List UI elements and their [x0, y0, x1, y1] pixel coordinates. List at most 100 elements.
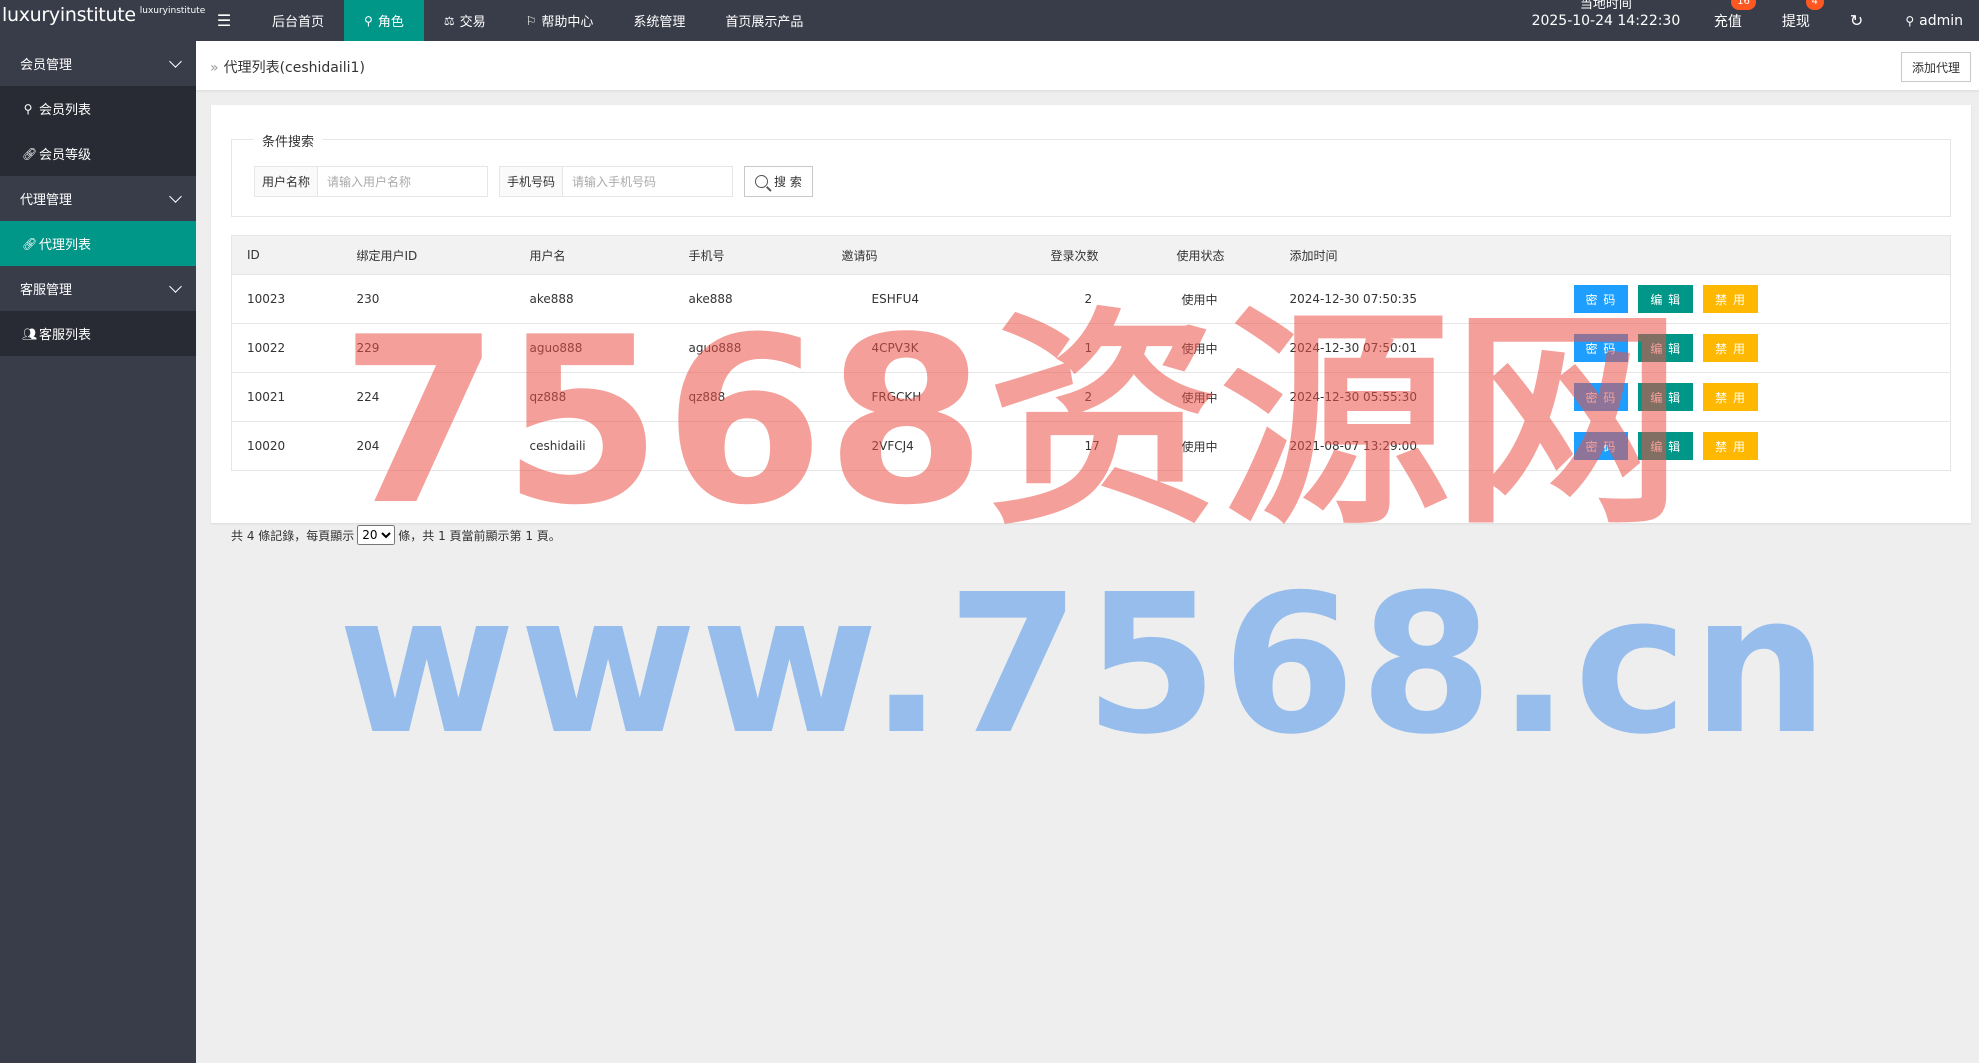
search-fieldset: 条件搜索 用户名称 手机号码 搜 索 [231, 131, 1951, 217]
search-icon [755, 175, 769, 188]
row-actions: 密 码编 辑禁 用 [1573, 432, 1951, 460]
pagination: 共 4 條記錄，每頁顯示 20 條，共 1 頁當前顯示第 1 頁。 [231, 525, 561, 545]
edit-button[interactable]: 编 辑 [1638, 334, 1694, 362]
sidebar-sub-agents: 🔗︎ 代理列表 [0, 221, 196, 266]
phone-input[interactable] [563, 166, 734, 197]
disable-button[interactable]: 禁 用 [1703, 334, 1758, 362]
sidebar-item-agent-list[interactable]: 🔗︎ 代理列表 [0, 221, 196, 266]
cell-username: ake888 [529, 274, 689, 324]
sidebar-group-label: 客服管理 [20, 283, 73, 298]
logo[interactable]: luxuryinstitute luxuryinstitute [0, 0, 205, 41]
nav-products[interactable]: 首页展示产品 [705, 0, 823, 41]
cell-time: 2024-12-30 07:50:01 [1289, 323, 1574, 373]
recharge-label: 充值 [1713, 13, 1742, 30]
chevron-down-icon [169, 54, 182, 68]
password-button[interactable]: 密 码 [1573, 432, 1629, 460]
col-username: 用户名 [529, 235, 689, 275]
cell-username: qz888 [529, 372, 689, 422]
withdraw-badge: 4 [1805, 0, 1824, 10]
cell-time: 2021-08-07 13:29:00 [1289, 421, 1574, 471]
recharge-badge: 16 [1731, 0, 1756, 10]
edit-button[interactable]: 编 辑 [1638, 285, 1694, 313]
per-page-select[interactable]: 20 [357, 525, 396, 545]
cell-invite: 2VFCJ4 [841, 421, 1027, 471]
col-status: 使用状态 [1176, 235, 1290, 275]
edit-button[interactable]: 编 辑 [1638, 383, 1694, 411]
breadcrumb: » 代理列表(ceshidaili1) [210, 57, 365, 77]
cell-uid: 229 [356, 323, 530, 373]
link-icon: 🔗︎ [22, 236, 38, 251]
cell-id: 10022 [231, 323, 357, 373]
cell-status: 使用中 [1176, 323, 1290, 373]
scale-icon: ⚖ [443, 13, 455, 28]
cell-username: aguo888 [529, 323, 689, 373]
nav-label: 后台首页 [272, 15, 325, 30]
flag-icon: ⚐ [525, 13, 537, 28]
nav-label: 交易 [459, 15, 486, 30]
clock-label: 当地时间 [1579, 0, 1632, 12]
nav-home[interactable]: 后台首页 [252, 0, 344, 41]
recharge-link[interactable]: 充值 16 [1694, 0, 1762, 41]
cell-phone [688, 421, 842, 471]
sidebar-sub-members: ⚲ 会员列表 🔗︎ 会员等级 [0, 86, 196, 176]
cell-ops: 密 码编 辑禁 用 [1573, 274, 1951, 324]
cell-username: ceshidaili [529, 421, 689, 471]
admin-menu[interactable]: ⚲ admin [1883, 0, 1979, 41]
search-button[interactable]: 搜 索 [744, 166, 813, 197]
sidebar-group-service[interactable]: 客服管理 [0, 266, 196, 311]
disable-button[interactable]: 禁 用 [1703, 285, 1758, 313]
sidebar-item-service-list[interactable]: 👥︎ 客服列表 [0, 311, 196, 356]
sidebar-group-members[interactable]: 会员管理 [0, 41, 196, 86]
sidebar-sub-service: 👥︎ 客服列表 [0, 311, 196, 356]
table-row: 10023 230 ake888 ake888 ESHFU4 2 使用中 2024-12-30… [231, 274, 1951, 324]
nav-system[interactable]: 系统管理 [613, 0, 705, 41]
sidebar-item-label: 会员列表 [39, 103, 92, 118]
disable-button[interactable]: 禁 用 [1703, 383, 1758, 411]
cell-invite: 4CPV3K [841, 323, 1027, 373]
cell-uid: 204 [356, 421, 530, 471]
password-button[interactable]: 密 码 [1573, 334, 1629, 362]
col-logins: 登录次数 [1026, 235, 1177, 275]
withdraw-label: 提现 [1781, 13, 1810, 30]
nav-trade[interactable]: ⚖ 交易 [424, 0, 506, 41]
cell-phone: qz888 [688, 372, 842, 422]
nav-role[interactable]: ⚲ 角色 [344, 0, 424, 41]
nav-label: 首页展示产品 [725, 15, 804, 30]
chevron-down-icon [169, 279, 182, 293]
double-chevron-icon: » [210, 60, 219, 76]
cell-ops: 密 码编 辑禁 用 [1573, 323, 1951, 373]
sidebar-item-member-list[interactable]: ⚲ 会员列表 [0, 86, 196, 131]
cell-status: 使用中 [1176, 274, 1290, 324]
row-actions: 密 码编 辑禁 用 [1573, 383, 1951, 411]
sidebar-group-agents[interactable]: 代理管理 [0, 176, 196, 221]
password-button[interactable]: 密 码 [1573, 285, 1629, 313]
edit-button[interactable]: 编 辑 [1638, 432, 1694, 460]
pager-suffix: 條，共 1 頁當前顯示第 1 頁。 [398, 528, 561, 543]
page-title: 代理列表(ceshidaili1) [223, 60, 365, 76]
refresh-icon[interactable]: ↻ [1830, 0, 1883, 41]
cell-ops: 密 码编 辑禁 用 [1573, 421, 1951, 471]
user-icon: ⚲ [1905, 13, 1915, 28]
menu-toggle-icon[interactable]: ☰ [196, 0, 252, 41]
add-agent-button[interactable]: 添加代理 [1900, 52, 1971, 82]
disable-button[interactable]: 禁 用 [1703, 432, 1758, 460]
user-icon: ⚲ [364, 13, 373, 28]
col-id: ID [231, 235, 357, 275]
sidebar-group-label: 会员管理 [20, 58, 73, 73]
logo-text: luxuryinstitute [2, 4, 136, 26]
row-actions: 密 码编 辑禁 用 [1573, 285, 1951, 313]
cell-time: 2024-12-30 07:50:35 [1289, 274, 1574, 324]
password-button[interactable]: 密 码 [1573, 383, 1629, 411]
local-clock: 当地时间 2025-10-24 14:22:30 [1518, 0, 1694, 29]
row-actions: 密 码编 辑禁 用 [1573, 334, 1951, 362]
search-row: 用户名称 手机号码 搜 索 [254, 166, 813, 197]
withdraw-link[interactable]: 提现 4 [1762, 0, 1830, 41]
cell-phone: aguo888 [688, 323, 842, 373]
table-row: 10021 224 qz888 qz888 FRGCKH 2 使用中 2024-12-30 0… [231, 372, 1951, 422]
username-input[interactable] [318, 166, 489, 197]
nav-label: 角色 [377, 15, 404, 30]
cell-phone: ake888 [688, 274, 842, 324]
nav-help[interactable]: ⚐ 帮助中心 [506, 0, 614, 41]
user-icon: ⚲ [23, 101, 33, 116]
sidebar-item-member-level[interactable]: 🔗︎ 会员等级 [0, 131, 196, 176]
